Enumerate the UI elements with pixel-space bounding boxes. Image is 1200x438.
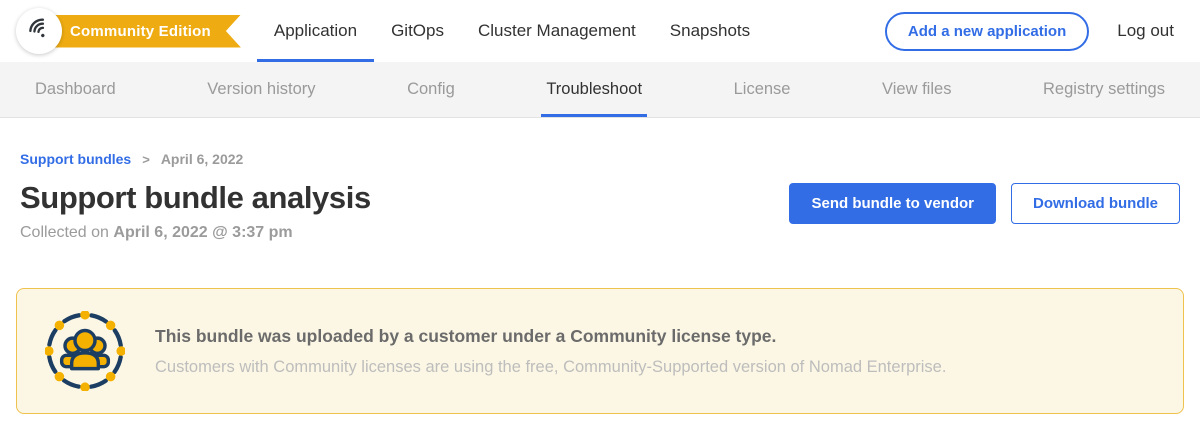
- subnav-item-troubleshoot[interactable]: Troubleshoot: [541, 62, 647, 117]
- collected-timestamp: Collected on April 6, 2022 @ 3:37 pm: [20, 224, 371, 242]
- tab-application[interactable]: Application: [257, 0, 374, 62]
- app-sub-nav: Dashboard Version history Config Trouble…: [0, 62, 1200, 118]
- subnav-item-view-files[interactable]: View files: [877, 62, 956, 117]
- replicated-logo-icon: [26, 15, 53, 47]
- collected-prefix: Collected on: [20, 224, 109, 241]
- tab-snapshots[interactable]: Snapshots: [653, 0, 767, 62]
- bundle-actions: Send bundle to vendor Download bundle: [789, 183, 1180, 224]
- top-nav-right: Add a new application Log out: [885, 12, 1174, 51]
- title-block: Support bundle analysis Collected on Apr…: [20, 180, 371, 242]
- notice-text: This bundle was uploaded by a customer u…: [155, 326, 946, 377]
- subnav-item-config[interactable]: Config: [402, 62, 460, 117]
- breadcrumb: Support bundles > April 6, 2022: [20, 151, 1180, 167]
- main-content: Support bundles > April 6, 2022 Support …: [0, 151, 1200, 414]
- notice-title: This bundle was uploaded by a customer u…: [155, 326, 946, 347]
- subnav-item-license[interactable]: License: [729, 62, 796, 117]
- brand: Community Edition: [16, 0, 241, 62]
- top-nav-tabs: Application GitOps Cluster Management Sn…: [257, 0, 767, 62]
- top-nav: Community Edition Application GitOps Clu…: [0, 0, 1200, 62]
- tab-gitops[interactable]: GitOps: [374, 0, 461, 62]
- breadcrumb-current: April 6, 2022: [161, 151, 244, 167]
- subnav-item-registry-settings[interactable]: Registry settings: [1038, 62, 1170, 117]
- breadcrumb-separator: >: [142, 152, 150, 167]
- community-edition-badge: Community Edition: [47, 15, 241, 48]
- add-new-application-button[interactable]: Add a new application: [885, 12, 1089, 51]
- notice-subtitle: Customers with Community licenses are us…: [155, 358, 946, 377]
- send-bundle-to-vendor-button[interactable]: Send bundle to vendor: [789, 183, 996, 224]
- tab-cluster-management[interactable]: Cluster Management: [461, 0, 653, 62]
- community-icon: [45, 311, 125, 391]
- replicated-logo[interactable]: [16, 8, 62, 54]
- community-license-notice: This bundle was uploaded by a customer u…: [16, 288, 1184, 414]
- logout-link[interactable]: Log out: [1117, 21, 1174, 41]
- page-title: Support bundle analysis: [20, 180, 371, 216]
- collected-date: April 6, 2022 @ 3:37 pm: [113, 224, 292, 241]
- download-bundle-button[interactable]: Download bundle: [1011, 183, 1180, 224]
- title-row: Support bundle analysis Collected on Apr…: [20, 180, 1180, 242]
- subnav-item-dashboard[interactable]: Dashboard: [30, 62, 121, 117]
- breadcrumb-support-bundles-link[interactable]: Support bundles: [20, 151, 131, 167]
- subnav-item-version-history[interactable]: Version history: [202, 62, 320, 117]
